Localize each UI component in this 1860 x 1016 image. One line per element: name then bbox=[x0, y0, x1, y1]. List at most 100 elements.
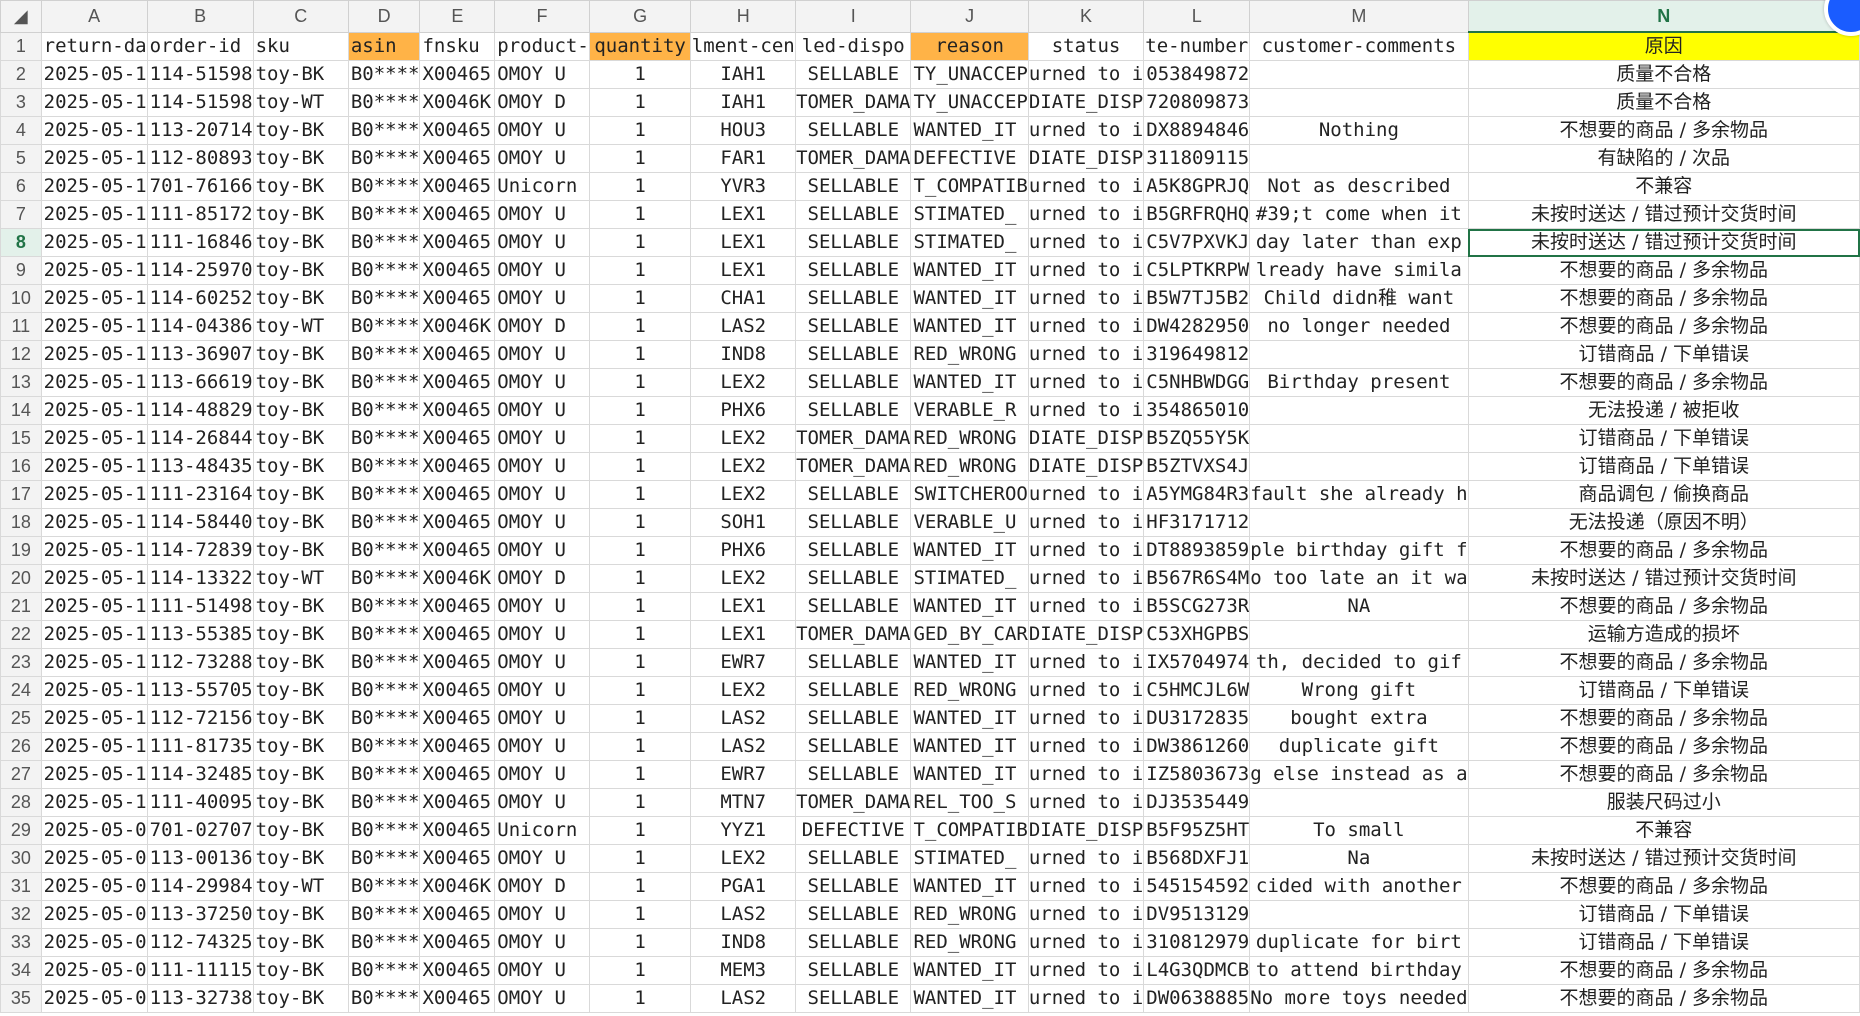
row-number[interactable]: 26 bbox=[0, 732, 42, 761]
cell-f[interactable]: OMOY U bbox=[494, 144, 590, 173]
cell-f[interactable]: OMOY D bbox=[494, 872, 590, 901]
cell-d[interactable]: B0**** bbox=[347, 396, 421, 425]
cell-k[interactable]: urned to i bbox=[1027, 340, 1145, 369]
cell-b[interactable]: 114-58440 bbox=[146, 508, 254, 537]
cell-f[interactable]: OMOY U bbox=[494, 284, 590, 313]
cell-b[interactable]: 111-11115 bbox=[146, 956, 254, 985]
cell-f[interactable]: OMOY U bbox=[494, 956, 590, 985]
cell-f[interactable]: OMOY U bbox=[494, 200, 590, 229]
cell-b[interactable]: 114-04386 bbox=[146, 312, 254, 341]
cell-k[interactable]: urned to i bbox=[1027, 228, 1145, 257]
cell-i[interactable]: SELLABLE bbox=[795, 172, 912, 201]
cell-k[interactable]: urned to i bbox=[1027, 284, 1145, 313]
cell-n[interactable]: 订错商品 / 下单错误 bbox=[1467, 340, 1860, 369]
row-number[interactable]: 31 bbox=[0, 872, 42, 901]
cell-d[interactable]: B0**** bbox=[347, 732, 421, 761]
cell-e[interactable]: X00465 bbox=[419, 704, 496, 733]
cell-i[interactable]: SELLABLE bbox=[795, 592, 912, 621]
cell-e[interactable]: X00465 bbox=[419, 368, 496, 397]
cell-l[interactable]: B567R6S4M bbox=[1143, 564, 1251, 593]
cell-k[interactable]: urned to i bbox=[1027, 984, 1145, 1013]
cell-m[interactable] bbox=[1249, 88, 1469, 117]
cell-a[interactable]: 2025-05-1 bbox=[40, 144, 148, 173]
cell-g[interactable]: 1 bbox=[588, 956, 692, 985]
cell-a[interactable]: 2025-05-1 bbox=[40, 256, 148, 285]
cell-i[interactable]: SELLABLE bbox=[795, 844, 912, 873]
cell-k[interactable]: DIATE_DISP bbox=[1027, 424, 1145, 453]
cell-l[interactable]: DJ3535449 bbox=[1143, 788, 1251, 817]
cell-j[interactable]: RED_WRONG bbox=[910, 900, 1029, 929]
cell-k[interactable]: urned to i bbox=[1027, 60, 1145, 89]
cell-f[interactable]: OMOY U bbox=[494, 732, 590, 761]
cell-b[interactable]: 113-66619 bbox=[146, 368, 254, 397]
cell-m[interactable]: Wrong gift bbox=[1249, 676, 1469, 705]
cell-j[interactable]: WANTED_IT bbox=[910, 592, 1029, 621]
cell-m[interactable] bbox=[1249, 788, 1469, 817]
header-cell-e[interactable]: fnsku bbox=[419, 31, 496, 61]
row-number[interactable]: 22 bbox=[0, 620, 42, 649]
cell-a[interactable]: 2025-05-1 bbox=[40, 592, 148, 621]
cell-j[interactable]: STIMATED_ bbox=[910, 200, 1029, 229]
cell-m[interactable] bbox=[1249, 900, 1469, 929]
cell-e[interactable]: X0046K bbox=[419, 312, 496, 341]
cell-a[interactable]: 2025-05-1 bbox=[40, 676, 148, 705]
cell-n[interactable]: 不兼容 bbox=[1467, 816, 1860, 845]
cell-g[interactable]: 1 bbox=[588, 368, 692, 397]
cell-n[interactable]: 无法投递 / 被拒收 bbox=[1467, 396, 1860, 425]
cell-e[interactable]: X00465 bbox=[419, 788, 496, 817]
cell-c[interactable]: toy-WT bbox=[252, 564, 349, 593]
cell-h[interactable]: HOU3 bbox=[690, 116, 797, 145]
cell-k[interactable]: urned to i bbox=[1027, 788, 1145, 817]
cell-l[interactable]: C53XHGPBS bbox=[1143, 620, 1251, 649]
cell-e[interactable]: X00465 bbox=[419, 816, 496, 845]
cell-m[interactable] bbox=[1249, 144, 1469, 173]
cell-e[interactable]: X00465 bbox=[419, 116, 496, 145]
row-number[interactable]: 25 bbox=[0, 704, 42, 733]
cell-d[interactable]: B0**** bbox=[347, 256, 421, 285]
cell-k[interactable]: urned to i bbox=[1027, 116, 1145, 145]
cell-c[interactable]: toy-BK bbox=[252, 172, 349, 201]
cell-b[interactable]: 112-73288 bbox=[146, 648, 254, 677]
cell-g[interactable]: 1 bbox=[588, 284, 692, 313]
cell-j[interactable]: WANTED_IT bbox=[910, 760, 1029, 789]
cell-e[interactable]: X00465 bbox=[419, 760, 496, 789]
cell-m[interactable]: No more toys needed bbox=[1249, 984, 1469, 1013]
header-cell-a[interactable]: return-da bbox=[40, 31, 148, 61]
cell-f[interactable]: OMOY U bbox=[494, 368, 590, 397]
cell-h[interactable]: MEM3 bbox=[690, 956, 797, 985]
cell-e[interactable]: X00465 bbox=[419, 620, 496, 649]
cell-c[interactable]: toy-BK bbox=[252, 452, 349, 481]
cell-j[interactable]: RED_WRONG bbox=[910, 340, 1029, 369]
cell-m[interactable]: bought extra bbox=[1249, 704, 1469, 733]
header-cell-c[interactable]: sku bbox=[252, 31, 349, 61]
cell-n[interactable]: 不想要的商品 / 多余物品 bbox=[1467, 704, 1860, 733]
cell-e[interactable]: X00465 bbox=[419, 144, 496, 173]
row-number[interactable]: 16 bbox=[0, 452, 42, 481]
cell-j[interactable]: STIMATED_ bbox=[910, 228, 1029, 257]
cell-l[interactable]: IZ5803673 bbox=[1143, 760, 1251, 789]
row-number[interactable]: 1 bbox=[0, 31, 42, 61]
cell-b[interactable]: 114-25970 bbox=[146, 256, 254, 285]
cell-e[interactable]: X00465 bbox=[419, 676, 496, 705]
cell-g[interactable]: 1 bbox=[588, 116, 692, 145]
cell-l[interactable]: B5ZQ55Y5K bbox=[1143, 424, 1251, 453]
cell-h[interactable]: LEX1 bbox=[690, 200, 797, 229]
cell-i[interactable]: SELLABLE bbox=[795, 116, 912, 145]
cell-e[interactable]: X00465 bbox=[419, 536, 496, 565]
header-cell-j[interactable]: reason bbox=[910, 31, 1029, 61]
cell-e[interactable]: X00465 bbox=[419, 256, 496, 285]
cell-b[interactable]: 114-51598 bbox=[146, 60, 254, 89]
cell-f[interactable]: OMOY U bbox=[494, 424, 590, 453]
cell-c[interactable]: toy-BK bbox=[252, 200, 349, 229]
cell-d[interactable]: B0**** bbox=[347, 592, 421, 621]
cell-h[interactable]: LEX1 bbox=[690, 256, 797, 285]
cell-l[interactable]: C5V7PXVKJ bbox=[1143, 228, 1251, 257]
cell-l[interactable]: DW4282950 bbox=[1143, 312, 1251, 341]
cell-d[interactable]: B0**** bbox=[347, 760, 421, 789]
cell-e[interactable]: X00465 bbox=[419, 648, 496, 677]
cell-e[interactable]: X00465 bbox=[419, 844, 496, 873]
cell-a[interactable]: 2025-05-0 bbox=[40, 956, 148, 985]
column-header-e[interactable]: E bbox=[419, 0, 496, 33]
cell-f[interactable]: OMOY U bbox=[494, 900, 590, 929]
cell-d[interactable]: B0**** bbox=[347, 872, 421, 901]
